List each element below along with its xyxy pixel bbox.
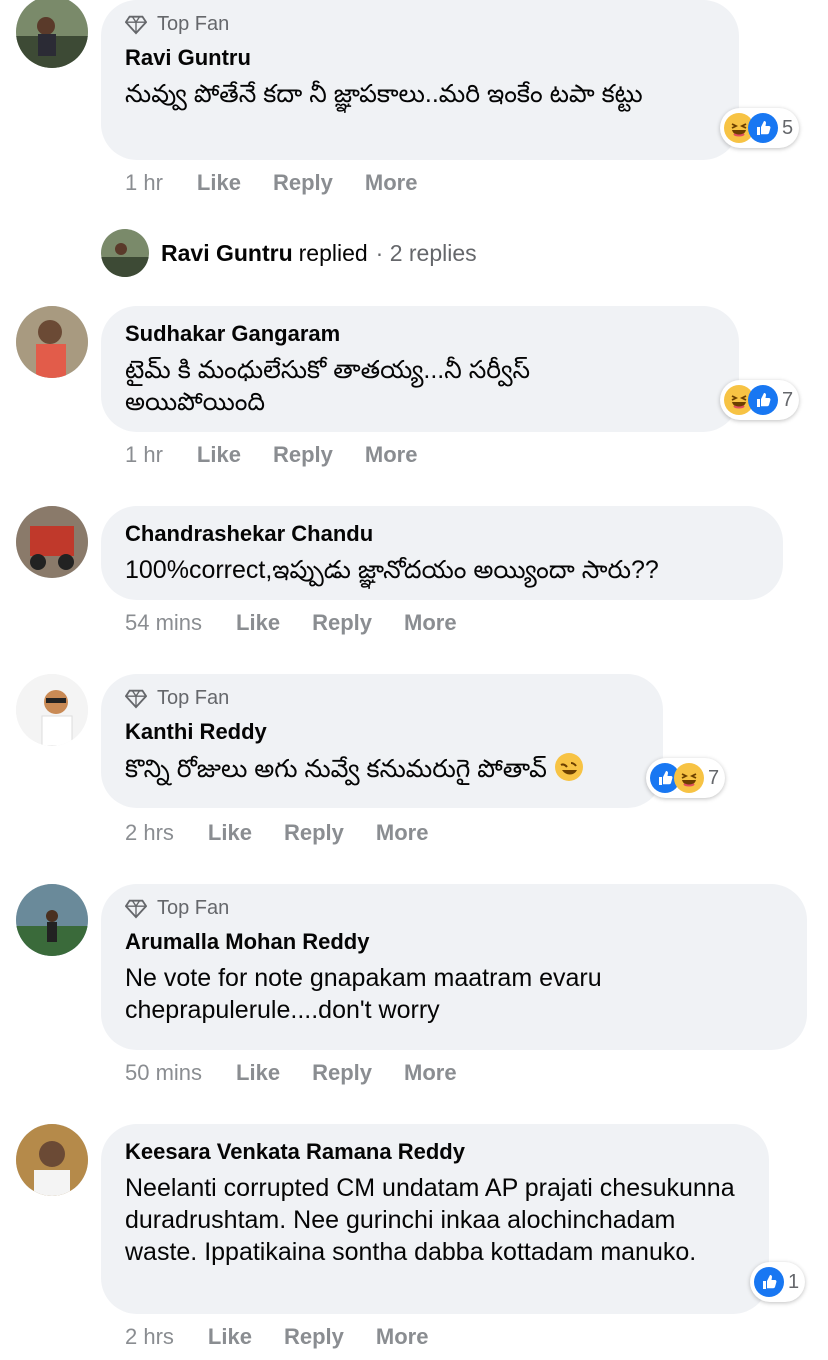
like-button[interactable]: Like (208, 820, 252, 846)
diamond-icon (125, 15, 147, 35)
comment-bubble: Top Fan Arumalla Mohan Reddy Ne vote for… (101, 884, 807, 1050)
avatar (101, 229, 149, 277)
reply-button[interactable]: Reply (273, 442, 333, 468)
comment-text: కొన్ని రోజులు అగు నువ్వే కనుమరుగై పోతావ్ (125, 752, 639, 785)
commenter-name[interactable]: Keesara Venkata Ramana Reddy (125, 1138, 745, 1166)
top-fan-badge: Top Fan (125, 894, 783, 922)
comment-time[interactable]: 1 hr (125, 442, 163, 468)
commenter-name[interactable]: Kanthi Reddy (125, 718, 639, 746)
rolling-laughing-emoji-icon (554, 753, 583, 781)
reactions-badge[interactable]: 5 (720, 108, 800, 148)
reply-author-name: Ravi Guntru (161, 239, 293, 266)
haha-reaction-icon (674, 763, 704, 793)
comment-actions: 1 hr Like Reply More (125, 442, 449, 468)
comment-bubble: Sudhakar Gangaram టైమ్ కి మంధులేసుకో తాత… (101, 306, 739, 432)
comment-time[interactable]: 1 hr (125, 170, 163, 196)
comment-time[interactable]: 50 mins (125, 1060, 202, 1086)
top-fan-badge: Top Fan (125, 684, 639, 712)
comment-text: Neelanti corrupted CM undatam AP prajati… (125, 1174, 735, 1266)
avatar[interactable] (16, 0, 88, 68)
like-reaction-icon (754, 1267, 784, 1297)
commenter-name[interactable]: Arumalla Mohan Reddy (125, 928, 783, 956)
more-button[interactable]: More (376, 1324, 429, 1350)
comment-bubble: Chandrashekar Chandu 100%correct,ఇప్పుడు… (101, 506, 783, 600)
avatar[interactable] (16, 1124, 88, 1196)
more-button[interactable]: More (365, 442, 418, 468)
comment-text-body: కొన్ని రోజులు అగు నువ్వే కనుమరుగై పోతావ్ (125, 755, 547, 783)
reactions-badge[interactable]: 7 (646, 758, 726, 798)
top-fan-label: Top Fan (157, 686, 230, 709)
reaction-count: 7 (782, 388, 794, 411)
reply-button[interactable]: Reply (284, 820, 344, 846)
comment-bubble: Top Fan Ravi Guntru నువ్వు పోతేనే కదా నీ… (101, 0, 739, 160)
reply-button[interactable]: Reply (273, 170, 333, 196)
comment-text: 100%correct,ఇప్పుడు జ్ఞానోదయం అయ్యిందా స… (125, 556, 659, 584)
avatar[interactable] (16, 674, 88, 746)
replies-summary[interactable]: Ravi Guntru replied · 2 replies (101, 229, 477, 277)
reactions-badge[interactable]: 7 (720, 380, 800, 420)
top-fan-label: Top Fan (157, 896, 230, 919)
comment-time[interactable]: 54 mins (125, 610, 202, 636)
comment-actions: 54 mins Like Reply More (125, 610, 489, 636)
comment-text: Ne vote for note gnapakam maatram evaru … (125, 964, 602, 1024)
like-button[interactable]: Like (197, 442, 241, 468)
commenter-name[interactable]: Chandrashekar Chandu (125, 520, 759, 548)
comment-actions: 1 hr Like Reply More (125, 170, 449, 196)
reply-count: · 2 replies (375, 239, 477, 266)
comment-time[interactable]: 2 hrs (125, 820, 174, 846)
comment-actions: 2 hrs Like Reply More (125, 1324, 460, 1350)
comment-time[interactable]: 2 hrs (125, 1324, 174, 1350)
reply-action-text: replied (298, 239, 368, 266)
reaction-count: 7 (708, 766, 720, 789)
avatar[interactable] (16, 506, 88, 578)
comment-text: టైమ్ కి మంధులేసుకో తాతయ్య...నీ సర్వీస్ అ… (125, 356, 531, 416)
like-reaction-icon (748, 385, 778, 415)
like-button[interactable]: Like (236, 1060, 280, 1086)
reaction-count: 5 (782, 116, 794, 139)
reply-button[interactable]: Reply (312, 610, 372, 636)
top-fan-badge: Top Fan (125, 10, 715, 38)
comment-actions: 50 mins Like Reply More (125, 1060, 489, 1086)
reactions-badge[interactable]: 1 (750, 1262, 806, 1302)
reply-button[interactable]: Reply (284, 1324, 344, 1350)
avatar[interactable] (16, 884, 88, 956)
comment-text: నువ్వు పోతేనే కదా నీ జ్ఞాపకాలు..మరి ఇంకే… (125, 80, 643, 108)
like-button[interactable]: Like (197, 170, 241, 196)
more-button[interactable]: More (404, 1060, 457, 1086)
avatar[interactable] (16, 306, 88, 378)
more-button[interactable]: More (376, 820, 429, 846)
commenter-name[interactable]: Sudhakar Gangaram (125, 320, 715, 348)
reply-button[interactable]: Reply (312, 1060, 372, 1086)
comment-bubble: Top Fan Kanthi Reddy కొన్ని రోజులు అగు న… (101, 674, 663, 808)
more-button[interactable]: More (404, 610, 457, 636)
diamond-icon (125, 899, 147, 919)
commenter-name[interactable]: Ravi Guntru (125, 44, 715, 72)
more-button[interactable]: More (365, 170, 418, 196)
like-reaction-icon (748, 113, 778, 143)
diamond-icon (125, 689, 147, 709)
like-button[interactable]: Like (236, 610, 280, 636)
top-fan-label: Top Fan (157, 12, 230, 35)
comment-bubble: Keesara Venkata Ramana Reddy Neelanti co… (101, 1124, 769, 1314)
like-button[interactable]: Like (208, 1324, 252, 1350)
reaction-count: 1 (788, 1270, 800, 1293)
comment-actions: 2 hrs Like Reply More (125, 820, 460, 846)
